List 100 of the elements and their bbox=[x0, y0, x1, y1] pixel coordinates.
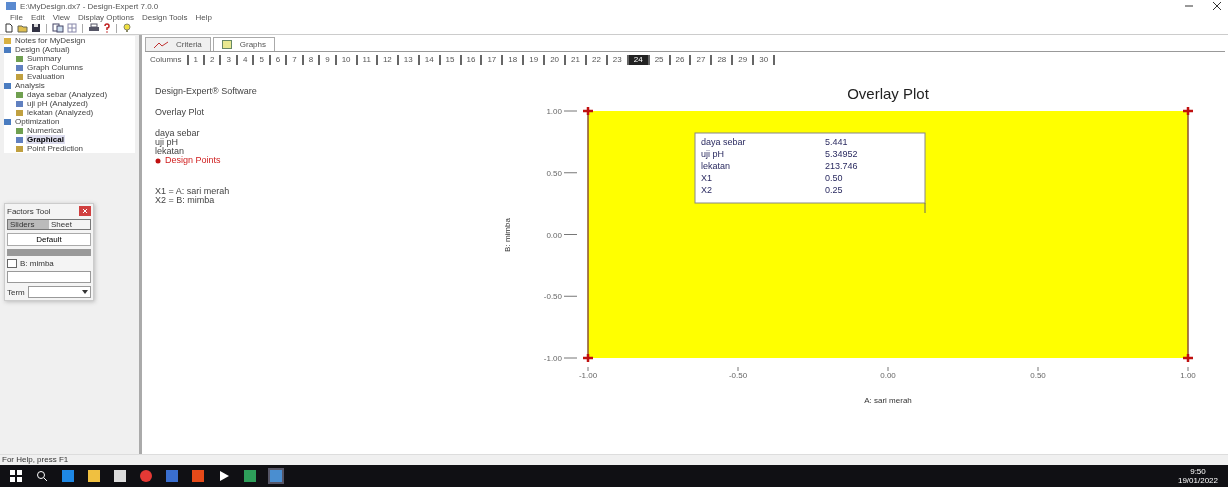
close-icon[interactable] bbox=[1212, 1, 1222, 11]
tree-item[interactable]: lekatan (Analyzed) bbox=[26, 108, 95, 117]
input-field[interactable] bbox=[7, 271, 91, 283]
column-button[interactable]: 3 bbox=[221, 55, 238, 65]
column-button[interactable]: 30 bbox=[754, 55, 776, 65]
flag-name: X2 bbox=[701, 185, 712, 195]
tree-item[interactable]: uji pH (Analyzed) bbox=[26, 99, 89, 108]
tree-item[interactable]: Graphical bbox=[26, 135, 65, 144]
flag-value: 0.25 bbox=[825, 185, 843, 195]
flag-name: X1 bbox=[701, 173, 712, 183]
flag-value: 213.746 bbox=[825, 161, 858, 171]
tree-item[interactable]: Point Prediction bbox=[26, 144, 85, 153]
tree-item[interactable]: daya sebar (Analyzed) bbox=[26, 90, 109, 99]
view-tab[interactable]: Graphs bbox=[212, 37, 275, 51]
printer-icon[interactable] bbox=[88, 23, 100, 33]
column-button[interactable]: 13 bbox=[398, 55, 420, 65]
grid-icon[interactable] bbox=[67, 23, 77, 33]
graph-icon bbox=[221, 40, 232, 49]
y-axis-label: B: mimba bbox=[503, 218, 512, 252]
column-button[interactable]: 27 bbox=[691, 55, 713, 65]
menu-item[interactable]: File bbox=[10, 12, 23, 22]
axis-tick-label: -0.50 bbox=[728, 371, 748, 380]
status-text: For Help, press F1 bbox=[2, 455, 69, 464]
column-button[interactable]: 18 bbox=[503, 55, 525, 65]
software-label: Design-Expert® Software bbox=[155, 87, 258, 96]
column-button[interactable]: 15 bbox=[440, 55, 462, 65]
tree-item[interactable]: Optimization bbox=[14, 117, 61, 126]
term-dropdown[interactable] bbox=[27, 286, 91, 298]
column-button[interactable]: 4 bbox=[237, 55, 255, 65]
new-file-icon[interactable] bbox=[4, 23, 14, 33]
tree-item[interactable]: Graph Columns bbox=[26, 63, 85, 72]
node-icon bbox=[16, 73, 23, 80]
node-icon bbox=[16, 64, 23, 71]
column-button[interactable]: 22 bbox=[586, 55, 608, 65]
node-icon bbox=[16, 100, 23, 107]
design-points-label: Design Points bbox=[165, 156, 221, 165]
node-icon bbox=[16, 55, 23, 62]
column-button[interactable]: 11 bbox=[357, 55, 378, 65]
tool-tab[interactable]: Sheet bbox=[49, 220, 90, 229]
search-icon[interactable] bbox=[36, 470, 48, 482]
factor-label: X1 = A: sari merah bbox=[155, 187, 231, 196]
tree-item[interactable]: Numerical bbox=[26, 126, 64, 135]
column-button[interactable]: 26 bbox=[670, 55, 692, 65]
column-button[interactable]: 14 bbox=[419, 55, 441, 65]
column-button[interactable]: 24 bbox=[628, 55, 650, 65]
column-button[interactable]: 28 bbox=[712, 55, 734, 65]
node-icon bbox=[16, 145, 23, 152]
view-tab[interactable]: Criteria bbox=[145, 37, 211, 51]
menu-item[interactable]: Design Tools bbox=[141, 12, 188, 22]
response-name: daya sebar bbox=[155, 129, 201, 138]
column-button[interactable]: 25 bbox=[649, 55, 671, 65]
tree-item[interactable]: Notes for MyDesign bbox=[14, 36, 87, 45]
column-button[interactable]: 29 bbox=[733, 55, 755, 65]
default-button[interactable]: Default bbox=[7, 233, 91, 246]
column-button[interactable]: 7 bbox=[287, 55, 304, 65]
flag-name: lekatan bbox=[701, 161, 731, 171]
column-button[interactable]: 12 bbox=[377, 55, 399, 65]
menu-item[interactable]: View bbox=[52, 12, 70, 22]
axis-tick-label: 1.00 bbox=[1180, 371, 1196, 380]
menu-item[interactable]: Help bbox=[195, 12, 213, 22]
tree-item[interactable]: Design (Actual) bbox=[14, 45, 71, 54]
menu-item[interactable]: Display Options bbox=[77, 12, 134, 22]
column-button[interactable]: 5 bbox=[254, 55, 271, 65]
column-button[interactable]: 19 bbox=[524, 55, 546, 65]
tool-tab[interactable]: Sliders bbox=[8, 220, 49, 229]
node-icon bbox=[16, 91, 23, 98]
axis-tick-label: 0.00 bbox=[546, 230, 562, 240]
copy-icon[interactable] bbox=[52, 23, 64, 33]
checkbox[interactable] bbox=[7, 259, 17, 268]
column-button[interactable]: 9 bbox=[320, 55, 337, 65]
menu-item[interactable]: Edit bbox=[30, 12, 45, 22]
factor-label: B: mimba bbox=[20, 259, 54, 268]
axis-tick-label: 0.00 bbox=[880, 371, 896, 380]
column-button[interactable]: 10 bbox=[336, 55, 358, 65]
tree-item[interactable]: Summary bbox=[26, 54, 63, 63]
open-folder-icon[interactable] bbox=[17, 23, 28, 33]
column-button[interactable]: 20 bbox=[545, 55, 567, 65]
flag-value: 5.34952 bbox=[825, 149, 858, 159]
factor-label: X2 = B: mimba bbox=[155, 196, 216, 205]
start-icon[interactable] bbox=[10, 470, 22, 482]
tree-item[interactable]: Analysis bbox=[14, 81, 46, 90]
slider-track[interactable] bbox=[7, 249, 91, 256]
plot-name: Overlay Plot bbox=[155, 108, 206, 117]
column-button[interactable]: 8 bbox=[303, 55, 321, 65]
column-button[interactable]: 16 bbox=[461, 55, 483, 65]
tree-item[interactable]: Evaluation bbox=[26, 72, 66, 81]
lightbulb-icon[interactable] bbox=[122, 23, 132, 33]
columns-button[interactable]: Columns bbox=[145, 55, 189, 65]
axis-tick-label: 0.50 bbox=[1030, 371, 1046, 380]
column-button[interactable]: 1 bbox=[188, 55, 206, 65]
app-icon bbox=[6, 2, 16, 10]
help-icon[interactable] bbox=[103, 23, 111, 33]
column-button[interactable]: 2 bbox=[205, 55, 222, 65]
play-icon[interactable] bbox=[218, 470, 230, 482]
flag-name: daya sebar bbox=[701, 137, 746, 147]
axis-tick-label: 0.50 bbox=[546, 168, 562, 178]
save-icon[interactable] bbox=[31, 23, 41, 33]
column-button[interactable]: 21 bbox=[566, 55, 587, 65]
column-button[interactable]: 17 bbox=[482, 55, 504, 65]
column-button[interactable]: 6 bbox=[270, 55, 288, 65]
